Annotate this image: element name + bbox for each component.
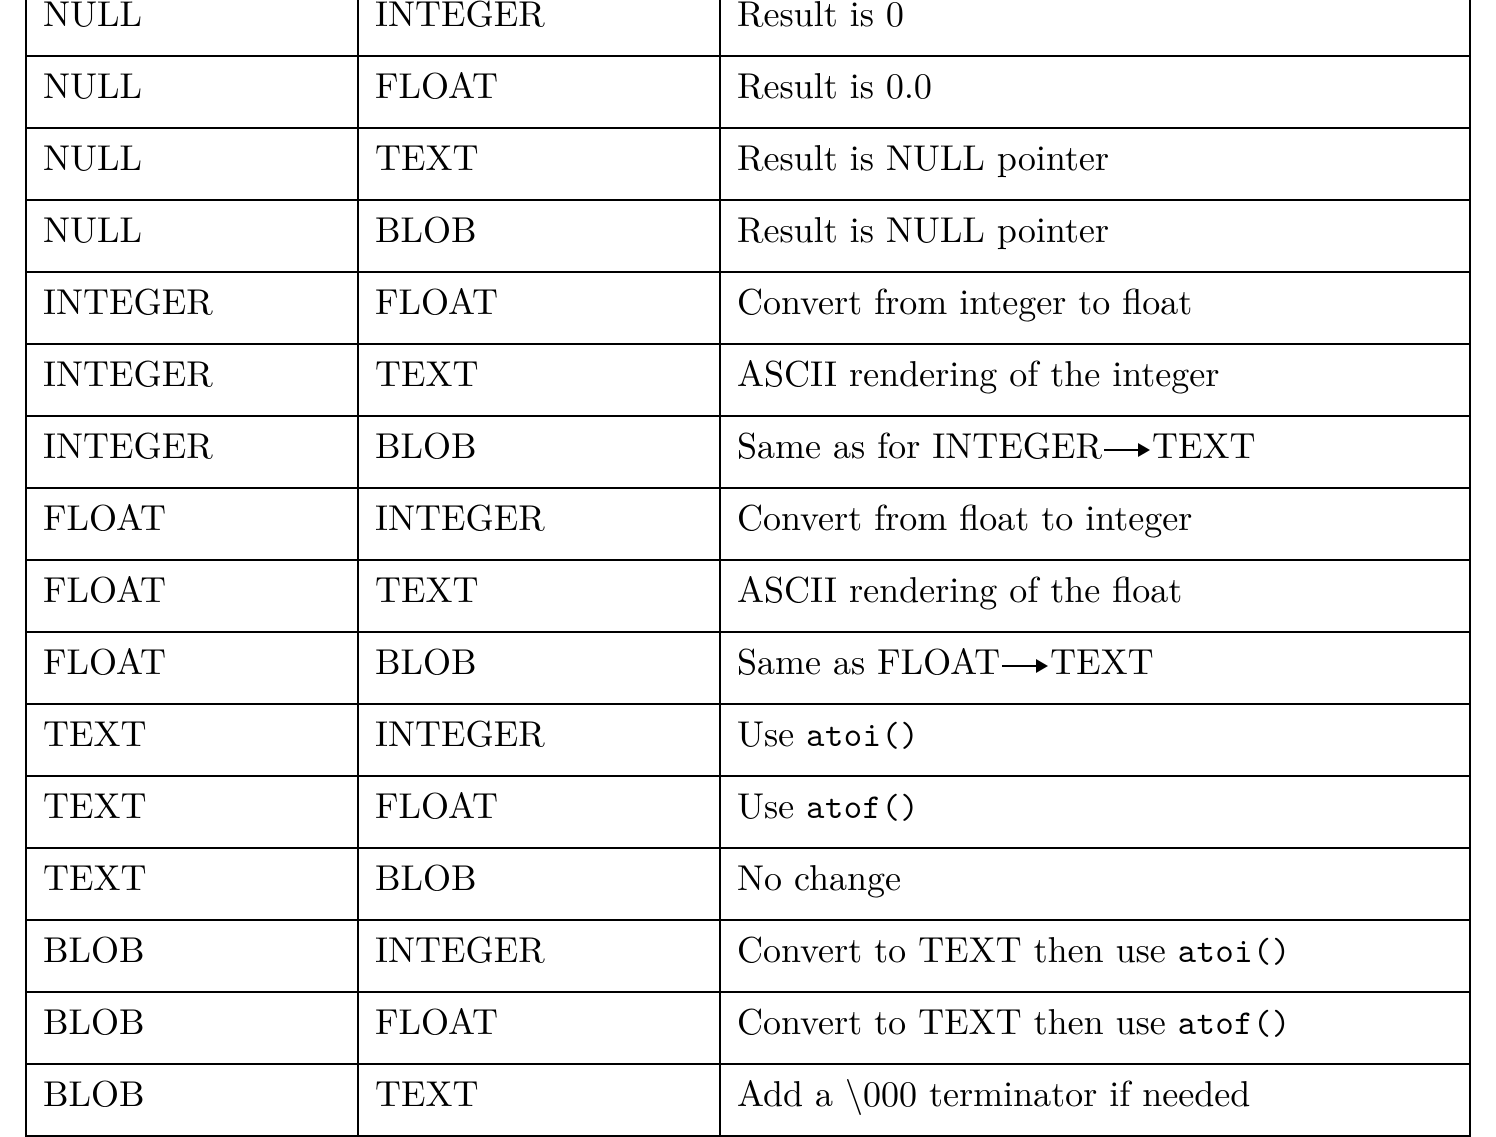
conversion-cell: Convert to TEXT then use atof() (720, 992, 1470, 1064)
requested-type-cell: TEXT (358, 344, 720, 416)
code-literal: atoi() (806, 712, 919, 758)
conversion-text: No change (737, 850, 901, 901)
table-row: BLOBTEXT Add a \000 terminator if needed (26, 1064, 1470, 1136)
internal-type-cell: NULL (26, 128, 358, 200)
requested-type-cell: BLOB (358, 416, 720, 488)
conversion-text: ASCII rendering of the integer (737, 346, 1219, 397)
requested-type-cell: BLOB (358, 848, 720, 920)
internal-type-cell: TEXT (26, 848, 358, 920)
internal-type-cell: NULL (26, 0, 358, 56)
table-row: INTEGERFLOAT Convert from integer to floa… (26, 272, 1470, 344)
internal-type-cell: INTEGER (26, 416, 358, 488)
conversion-cell: Result is 0.0 (720, 56, 1470, 128)
conversion-cell: Add a \000 terminator if needed (720, 1064, 1470, 1136)
conversion-text: Result is NULL pointer (737, 130, 1109, 181)
code-literal: atoi() (1178, 928, 1291, 974)
conversion-text: Result is NULL pointer (737, 202, 1109, 253)
conversion-cell: Same as FLOAT TEXT (720, 632, 1470, 704)
table-row: INTEGERBLOB Same as for INTEGER TEXT (26, 416, 1470, 488)
conversion-text: Use (737, 706, 806, 757)
conversion-text: TEXT (1152, 418, 1256, 469)
conversion-text: Convert to TEXT then use (737, 922, 1178, 973)
conversion-text: Use (737, 778, 806, 829)
conversion-cell: Convert from float to integer (720, 488, 1470, 560)
requested-type-cell: INTEGER (358, 704, 720, 776)
conversion-cell: Use atoi() (720, 704, 1470, 776)
conversion-cell: Result is 0 (720, 0, 1470, 56)
code-literal: atof() (806, 784, 919, 830)
requested-type-cell: FLOAT (358, 56, 720, 128)
conversion-text: ASCII rendering of the float (737, 562, 1182, 613)
internal-type-cell: FLOAT (26, 632, 358, 704)
conversion-cell: No change (720, 848, 1470, 920)
conversion-cell: Result is NULL pointer (720, 128, 1470, 200)
conversion-cell: Use atof() (720, 776, 1470, 848)
requested-type-cell: TEXT (358, 128, 720, 200)
requested-type-cell: FLOAT (358, 776, 720, 848)
table-row: NULLINTEGER Result is 0 (26, 0, 1470, 56)
requested-type-cell: FLOAT (358, 272, 720, 344)
internal-type-cell: FLOAT (26, 488, 358, 560)
right-arrow-icon (1002, 648, 1048, 684)
internal-type-cell: TEXT (26, 776, 358, 848)
requested-type-cell: BLOB (358, 632, 720, 704)
requested-type-cell: INTEGER (358, 920, 720, 992)
internal-type-cell: INTEGER (26, 272, 358, 344)
conversion-text: Same as for INTEGER (737, 418, 1102, 469)
table-row: FLOATINTEGER Convert from float to intege… (26, 488, 1470, 560)
conversion-cell: Same as for INTEGER TEXT (720, 416, 1470, 488)
internal-type-cell: BLOB (26, 992, 358, 1064)
conversion-text: Add a \000 terminator if needed (737, 1066, 1250, 1117)
internal-type-cell: BLOB (26, 1064, 358, 1136)
table-row: TEXTINTEGERUse atoi() (26, 704, 1470, 776)
table-row: INTEGERTEXT ASCII rendering of the intege… (26, 344, 1470, 416)
internal-type-cell: BLOB (26, 920, 358, 992)
conversion-text: Result is 0 (737, 0, 904, 37)
conversion-text: Same as FLOAT (737, 634, 1000, 685)
internal-type-cell: NULL (26, 200, 358, 272)
table-row: NULLFLOAT Result is 0.0 (26, 56, 1470, 128)
conversion-text: Convert to TEXT then use (737, 994, 1178, 1045)
conversion-text: Convert from integer to float (737, 274, 1192, 325)
right-arrow-icon (1104, 432, 1150, 468)
conversion-text: TEXT (1050, 634, 1154, 685)
requested-type-cell: FLOAT (358, 992, 720, 1064)
requested-type-cell: TEXT (358, 1064, 720, 1136)
table-row: NULLBLOB Result is NULL pointer (26, 200, 1470, 272)
code-literal: atof() (1178, 1000, 1291, 1046)
conversion-cell: ASCII rendering of the integer (720, 344, 1470, 416)
conversion-cell: Convert to TEXT then use atoi() (720, 920, 1470, 992)
table-row: FLOATTEXT ASCII rendering of the float (26, 560, 1470, 632)
table-row: BLOBFLOATConvert to TEXT then use atof() (26, 992, 1470, 1064)
table-row: NULLTEXT Result is NULL pointer (26, 128, 1470, 200)
table-row: FLOATBLOB Same as FLOAT TEXT (26, 632, 1470, 704)
internal-type-cell: TEXT (26, 704, 358, 776)
conversion-cell: Convert from integer to float (720, 272, 1470, 344)
conversion-cell: Result is NULL pointer (720, 200, 1470, 272)
requested-type-cell: INTEGER (358, 488, 720, 560)
table-row: BLOBINTEGERConvert to TEXT then use atoi… (26, 920, 1470, 992)
conversion-text: Result is 0.0 (737, 58, 932, 109)
table-body: Internal TypeRequested TypeConversionNUL… (26, 0, 1470, 1136)
conversion-cell: ASCII rendering of the float (720, 560, 1470, 632)
internal-type-cell: INTEGER (26, 344, 358, 416)
type-conversion-table: Internal TypeRequested TypeConversionNUL… (25, 0, 1471, 1137)
internal-type-cell: FLOAT (26, 560, 358, 632)
table-row: TEXTBLOB No change (26, 848, 1470, 920)
requested-type-cell: TEXT (358, 560, 720, 632)
internal-type-cell: NULL (26, 56, 358, 128)
requested-type-cell: BLOB (358, 200, 720, 272)
requested-type-cell: INTEGER (358, 0, 720, 56)
table-row: TEXTFLOATUse atof() (26, 776, 1470, 848)
conversion-text: Convert from float to integer (737, 490, 1192, 541)
